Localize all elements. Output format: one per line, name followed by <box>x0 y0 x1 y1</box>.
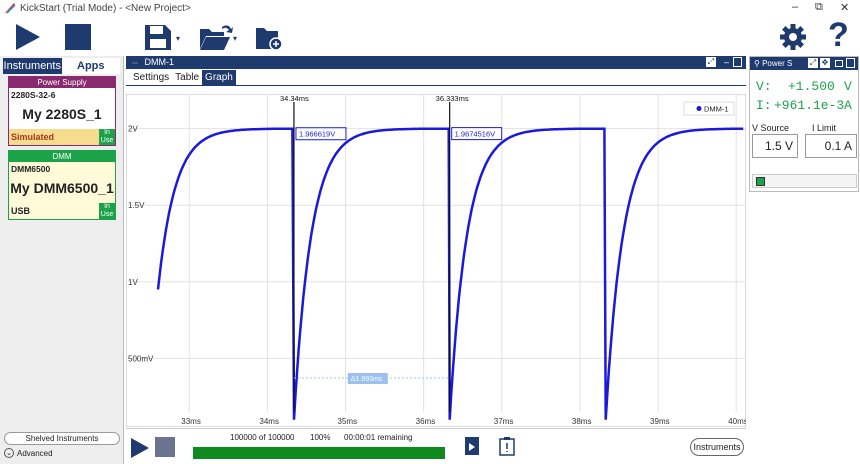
progress-remaining: 00:00:01 remaining <box>344 433 413 442</box>
instrument-card-dmm[interactable]: DMM DMM6500 My DMM6500_1 USB In Use <box>8 150 116 220</box>
open-folder-icon[interactable]: ▾ <box>198 23 240 51</box>
ps-current-unit: A <box>844 98 852 113</box>
x-tick-label: 33ms <box>181 417 201 426</box>
restore-button[interactable]: ⧉ <box>815 1 823 14</box>
advanced-toggle[interactable]: ⌄ Advanced <box>4 448 53 458</box>
y-tick-label: 1V <box>128 278 138 287</box>
cursor-value-label: 1.9674516V <box>455 130 495 139</box>
save-icon[interactable]: ▾ <box>143 23 183 51</box>
tab-table[interactable]: Table <box>172 70 202 85</box>
clipboard-icon[interactable] <box>499 436 515 456</box>
x-tick-label: 40ms <box>728 417 746 426</box>
run-icon[interactable] <box>130 437 150 459</box>
power-supply-panel: ⚲ Power S ⤢ ✥ V: +1.500 V I: +961.1e-3 A… <box>749 56 859 192</box>
ilimit-input[interactable]: 0.1 A <box>805 134 857 158</box>
ps-current-value: +961.1e-3 <box>774 98 845 113</box>
graph-background <box>126 94 746 427</box>
kickstart-logo-icon <box>5 3 16 14</box>
minimize-panel-icon[interactable]: – <box>724 56 729 69</box>
cursor-x-label: 34.34ms <box>280 94 309 103</box>
ps-voltage-label: V: <box>756 79 772 94</box>
legend-marker <box>696 106 702 111</box>
legend-label: DMM-1 <box>704 105 729 114</box>
ps-voltage-value: +1.500 <box>788 79 835 94</box>
instrument-card-power-supply[interactable]: Power Supply 2280S-32-6 My 2280S_1 Simul… <box>8 76 116 146</box>
ps-voltage-unit: V <box>844 79 852 94</box>
cursor-value-label: 1.966619V <box>299 130 335 139</box>
tab-settings[interactable]: Settings <box>130 70 172 85</box>
cursor-x-label: 36.333ms <box>436 94 469 103</box>
minimize-panel-icon[interactable] <box>835 60 843 67</box>
shelved-instruments-button[interactable]: Shelved Instruments <box>4 432 120 445</box>
stop-icon[interactable] <box>64 23 92 51</box>
chevron-down-icon: ⌄ <box>4 448 14 458</box>
x-tick-label: 38ms <box>572 417 592 426</box>
instrument-model: 2280S-32-6 <box>11 90 56 100</box>
dmm-title-bar: ⋯ DMM-1 ⤢ – <box>126 56 746 69</box>
in-use-badge: In Use <box>99 203 115 219</box>
ps-title-bar: ⚲ Power S ⤢ ✥ <box>750 57 858 70</box>
popout-icon[interactable]: ⤢ <box>706 57 716 67</box>
tab-instruments[interactable]: Instruments <box>3 58 62 74</box>
vsource-input[interactable]: 1.5 V <box>752 134 798 158</box>
svg-text:▾: ▾ <box>233 34 237 43</box>
dmm-graph[interactable]: 2V 1.5V 1V 500mV 33ms 34ms 35ms 36ms 37ms 38ms 39m… <box>126 94 746 427</box>
dmm-icon: ⋯ <box>132 61 138 67</box>
main-toolbar: ▾ ▾ ? <box>0 16 860 56</box>
instrument-name: My 2280S_1 <box>22 106 102 122</box>
ps-current-label: I: <box>756 98 772 113</box>
in-use-badge: In Use <box>99 129 115 145</box>
instrument-name: My DMM6500_1 <box>10 180 114 196</box>
instrument-type-label: DMM <box>9 151 115 162</box>
new-folder-icon[interactable] <box>255 25 283 51</box>
y-tick-label: 500mV <box>128 354 154 363</box>
tab-apps[interactable]: Apps <box>61 58 120 74</box>
instruments-button[interactable]: Instruments <box>690 438 744 456</box>
export-icon[interactable] <box>464 436 480 456</box>
sidebar: Instruments Apps Power Supply 2280S-32-6… <box>0 56 124 464</box>
sidebar-tabs: Instruments Apps <box>3 58 120 74</box>
ps-title: Power S <box>762 59 793 68</box>
progress-count: 100000 of 100000 <box>230 433 295 442</box>
minimize-button[interactable]: – <box>792 1 798 13</box>
output-status-row <box>752 174 857 188</box>
x-tick-label: 35ms <box>338 417 358 426</box>
dmm-bottom-bar: 100000 of 100000 100% 00:00:01 remaining… <box>126 428 746 464</box>
stop-icon[interactable] <box>155 437 175 457</box>
vsource-label: V Source <box>752 123 790 133</box>
run-icon[interactable] <box>14 23 42 51</box>
settings-gear-icon[interactable] <box>779 23 807 51</box>
help-button[interactable]: ? <box>828 16 849 54</box>
title-bar: KickStart (Trial Mode) - <New Project> –… <box>0 0 860 16</box>
dmm-panel: ⋯ DMM-1 ⤢ – Settings Table Graph 2V 1.5V 1… <box>126 56 746 464</box>
dmm-title: DMM-1 <box>144 57 175 67</box>
close-button[interactable]: ✕ <box>840 1 849 14</box>
popout-icon[interactable]: ⤢ <box>808 58 818 68</box>
ilimit-label: I Limit <box>812 123 837 133</box>
progress-percent: 100% <box>310 433 331 442</box>
x-tick-label: 36ms <box>416 417 436 426</box>
progress-bar-fill <box>193 447 445 459</box>
delta-label: Δ1.993ms <box>351 376 383 383</box>
tab-graph[interactable]: Graph <box>202 70 236 85</box>
x-tick-label: 37ms <box>494 417 514 426</box>
advanced-label: Advanced <box>17 448 53 458</box>
panel-menu-icon[interactable] <box>733 57 742 67</box>
x-tick-label: 39ms <box>650 417 670 426</box>
instrument-type-label: Power Supply <box>9 77 115 88</box>
progress-bar <box>193 447 445 459</box>
svg-text:▾: ▾ <box>176 34 180 43</box>
x-tick-label: 34ms <box>259 417 279 426</box>
instrument-model: DMM6500 <box>11 164 51 174</box>
y-tick-label: 1.5V <box>128 201 145 210</box>
output-indicator-icon[interactable] <box>756 177 765 186</box>
y-tick-label: 2V <box>128 125 138 134</box>
move-icon[interactable]: ✥ <box>820 58 830 68</box>
window-title: KickStart (Trial Mode) - <New Project> <box>20 2 191 14</box>
ps-icon: ⚲ <box>754 59 763 68</box>
panel-menu-icon[interactable] <box>846 58 855 68</box>
dmm-tabs: Settings Table Graph <box>126 69 746 86</box>
